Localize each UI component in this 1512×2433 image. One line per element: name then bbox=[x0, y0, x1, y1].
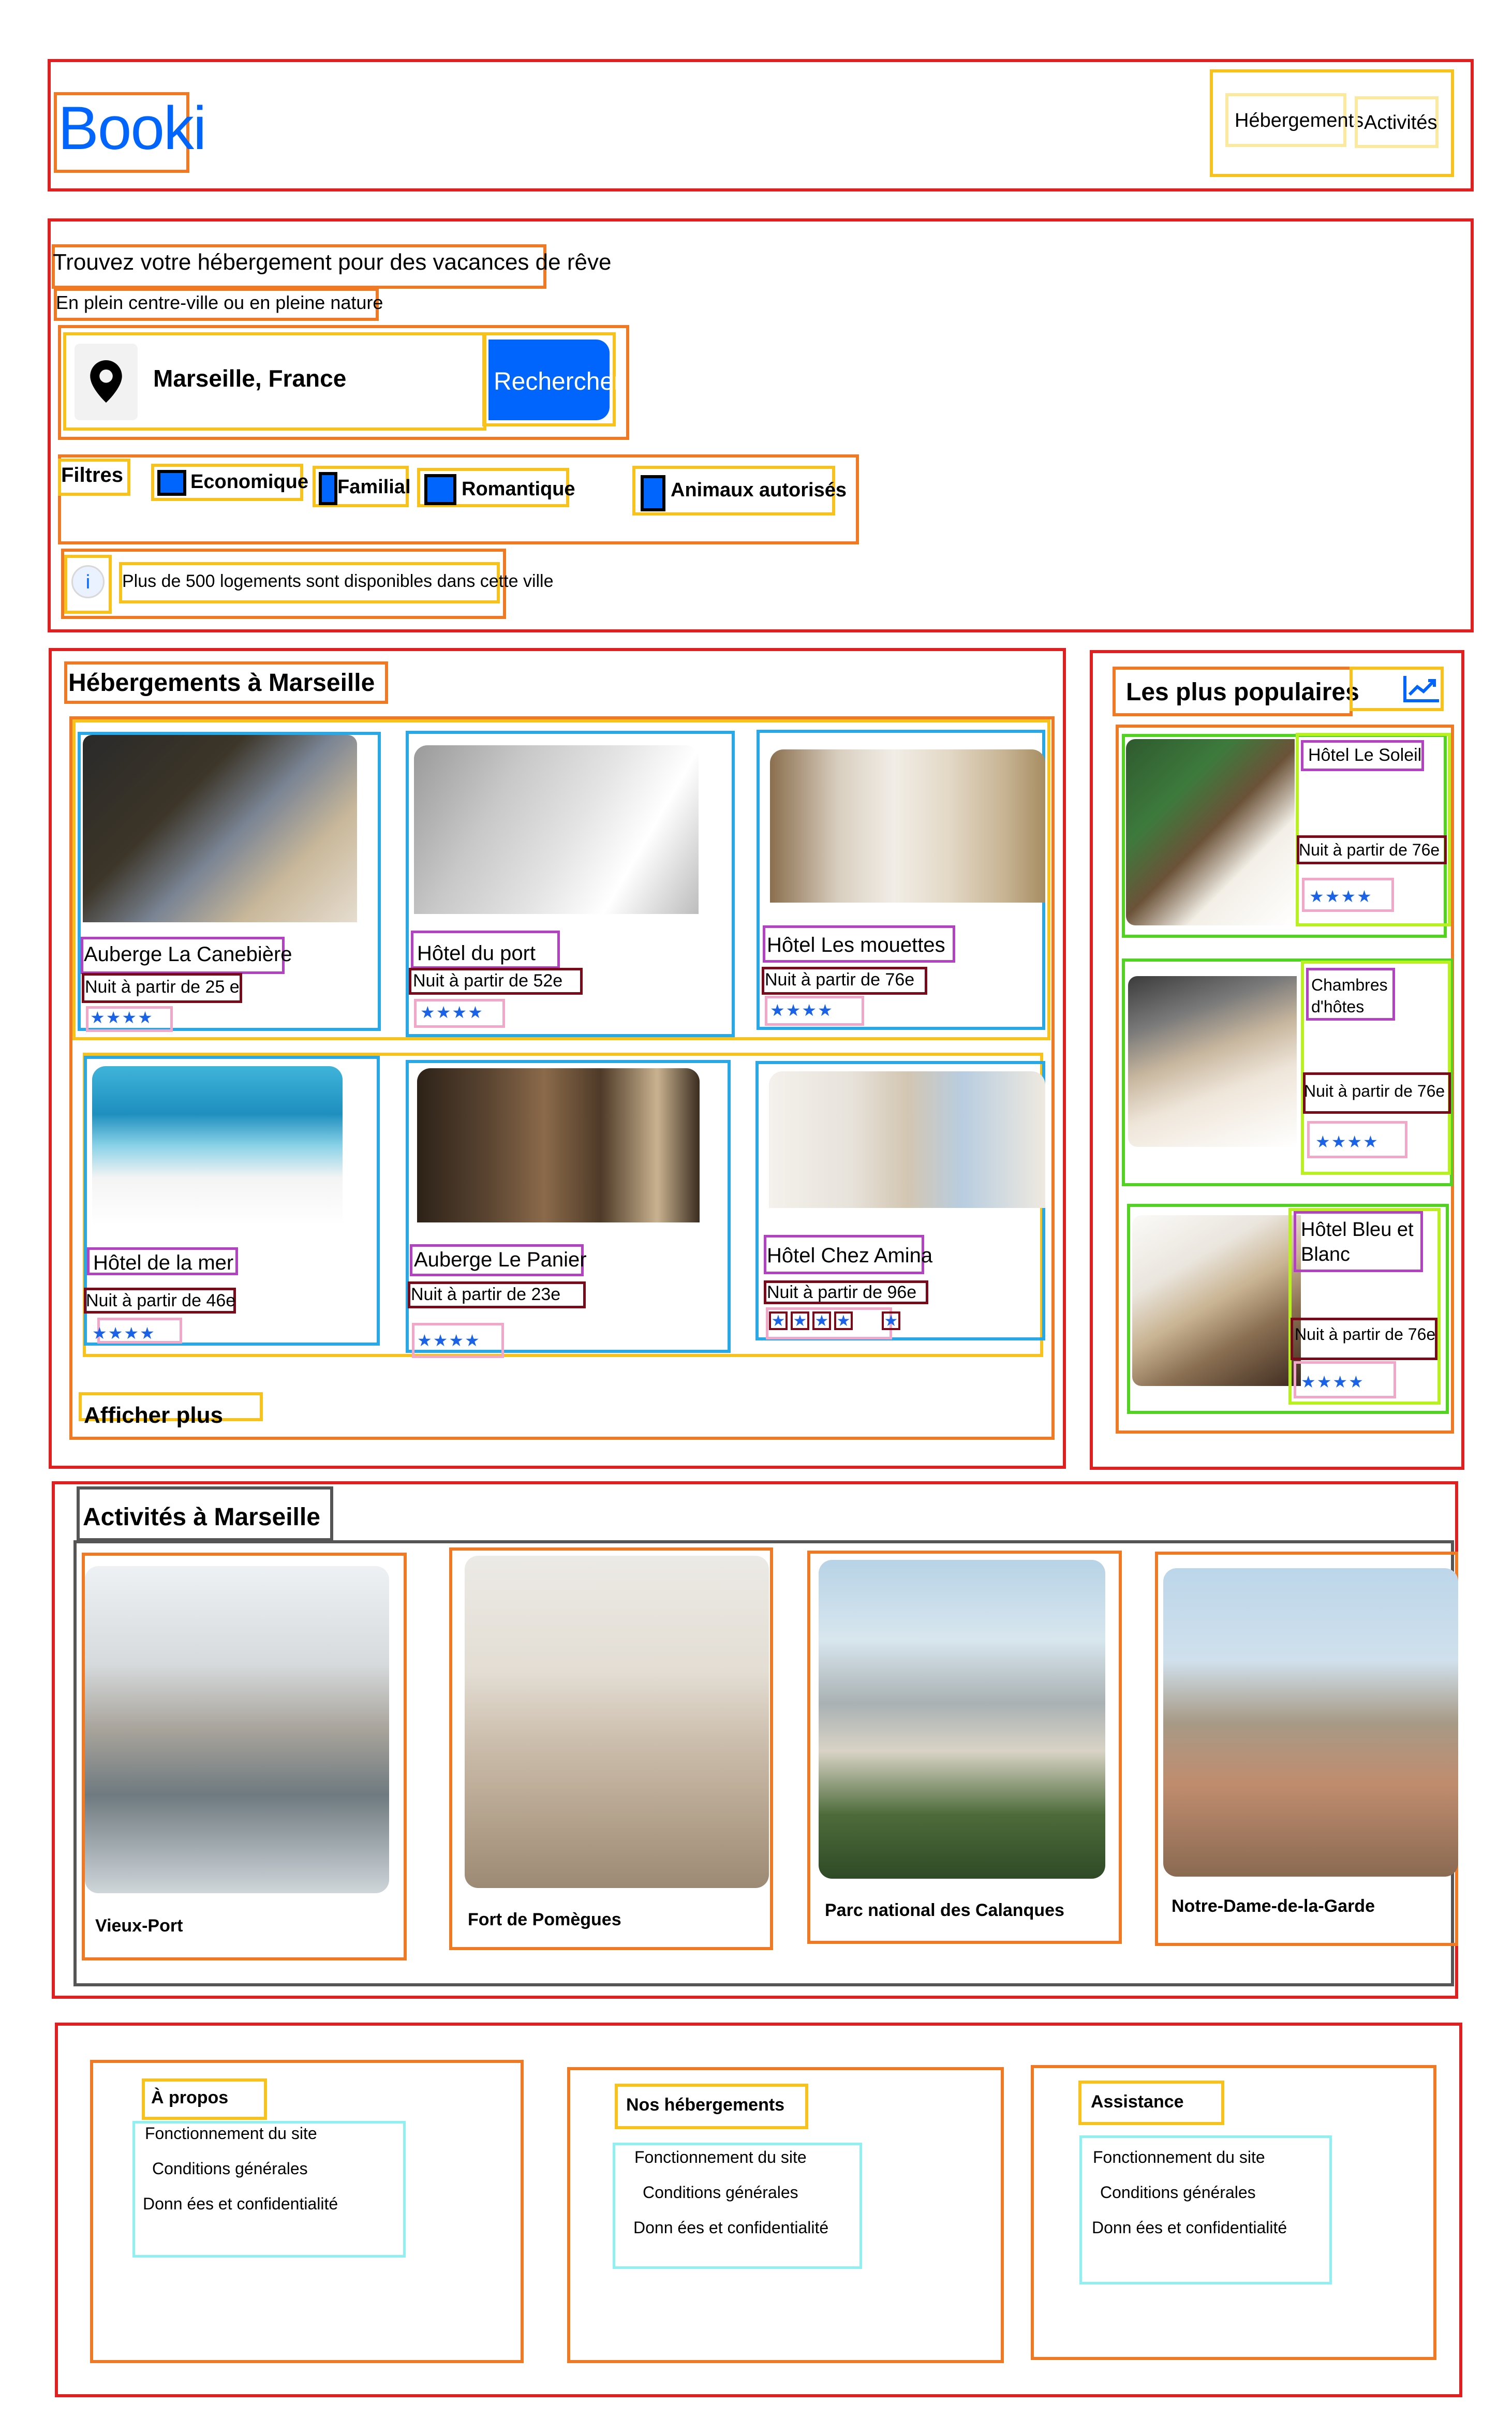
search-subtitle: En plein centre-ville ou en pleine natur… bbox=[56, 292, 383, 313]
rating-stars: ★★★★ bbox=[1309, 887, 1373, 906]
activity-title: Parc national des Calanques bbox=[825, 1900, 1064, 1920]
child-icon bbox=[319, 472, 337, 505]
filter-familial-label: Familial bbox=[337, 476, 411, 498]
lodging-photo bbox=[83, 735, 357, 922]
popular-name: Hôtel Le Soleil bbox=[1308, 745, 1422, 765]
lodging-name: Hôtel Chez Amina bbox=[767, 1244, 933, 1267]
rating-stars: ★★★★ bbox=[92, 1324, 156, 1343]
activity-photo bbox=[85, 1566, 389, 1893]
lodging-price: Nuit à partir de 46e bbox=[86, 1291, 236, 1310]
lodging-photo bbox=[769, 1071, 1045, 1208]
footer-link[interactable]: Conditions générales bbox=[1100, 2183, 1256, 2202]
popular-photo bbox=[1128, 976, 1297, 1147]
footer-link[interactable]: Donn ées et confidentialité bbox=[143, 2194, 338, 2214]
info-icon: i bbox=[71, 565, 105, 598]
show-more-link[interactable]: Afficher plus bbox=[84, 1403, 223, 1428]
footer-link[interactable]: Conditions générales bbox=[643, 2183, 798, 2202]
lodging-name: Hôtel du port bbox=[417, 942, 536, 965]
activity-title: Notre-Dame-de-la-Garde bbox=[1172, 1896, 1375, 1916]
activity-photo bbox=[819, 1560, 1105, 1879]
filter-animaux[interactable]: Animaux autorisés bbox=[632, 466, 847, 515]
search-button[interactable]: Rechercher bbox=[488, 340, 622, 420]
popular-name: Hôtel Bleu et Blanc bbox=[1301, 1219, 1414, 1265]
popular-price: Nuit à partir de 76e bbox=[1299, 841, 1440, 859]
lodging-name: Auberge Le Panier bbox=[414, 1248, 587, 1271]
footer-link[interactable]: Donn ées et confidentialité bbox=[1092, 2218, 1287, 2237]
lodging-name: Auberge La Canebière bbox=[84, 943, 292, 966]
lodging-name: Hôtel de la mer bbox=[93, 1251, 234, 1274]
popular-name: Chambres d'hôtes bbox=[1311, 976, 1388, 1016]
activity-title: Vieux-Port bbox=[95, 1916, 183, 1936]
rating-stars: ★★★★ bbox=[770, 1001, 834, 1020]
info-text: Plus de 500 logements sont disponibles d… bbox=[122, 571, 554, 591]
activities-title: Activités à Marseille bbox=[83, 1503, 320, 1531]
search-title: Trouvez votre hébergement pour des vacan… bbox=[53, 249, 612, 275]
filters-label: Filtres bbox=[61, 464, 124, 486]
footer-title: Assistance bbox=[1091, 2092, 1184, 2112]
footer-link[interactable]: Donn ées et confidentialité bbox=[633, 2218, 828, 2237]
popular-title: Les plus populaires bbox=[1126, 679, 1359, 706]
heart-icon bbox=[424, 474, 456, 505]
lodging-photo bbox=[92, 1066, 343, 1226]
location-input[interactable]: Marseille, France bbox=[153, 364, 346, 392]
lodging-name: Hôtel Les mouettes bbox=[767, 934, 945, 956]
rating-stars: ★★★★ bbox=[420, 1003, 484, 1022]
footer-title: À propos bbox=[151, 2088, 229, 2107]
lodging-price: Nuit à partir de 52e bbox=[413, 971, 563, 991]
lodging-price: Nuit à partir de 76e bbox=[765, 970, 915, 990]
filter-familial[interactable]: Familial bbox=[313, 466, 411, 507]
filter-animaux-label: Animaux autorisés bbox=[671, 479, 847, 501]
activity-photo bbox=[1163, 1568, 1458, 1877]
footer-title: Nos hébergements bbox=[626, 2095, 785, 2115]
search-button-label: Rechercher bbox=[494, 368, 622, 395]
nav-link-activites-label: Activités bbox=[1364, 112, 1437, 134]
location-icon-box bbox=[75, 344, 138, 420]
popular-price: Nuit à partir de 76e bbox=[1304, 1082, 1445, 1100]
lodging-photo bbox=[417, 1068, 700, 1222]
nav-link-hebergements[interactable]: Hébergements bbox=[1225, 93, 1363, 147]
nav-link-activites[interactable]: Activités bbox=[1355, 96, 1439, 148]
lodging-price: Nuit à partir de 25 e bbox=[85, 977, 240, 997]
rating-stars: ★ ★ ★ ★ ★ bbox=[769, 1311, 900, 1330]
money-icon bbox=[157, 470, 186, 496]
filter-economique[interactable]: Economique bbox=[151, 464, 308, 501]
popular-photo bbox=[1132, 1215, 1301, 1386]
rating-stars: ★★★★ bbox=[417, 1331, 481, 1350]
footer-link[interactable]: Conditions générales bbox=[152, 2159, 308, 2178]
lodgings-title: Hébergements à Marseille bbox=[68, 669, 375, 697]
footer-link[interactable]: Fonctionnement du site bbox=[1093, 2148, 1265, 2167]
popular-price: Nuit à partir de 76e bbox=[1295, 1325, 1436, 1344]
rating-stars: ★★★★ bbox=[1301, 1373, 1365, 1391]
filter-romantique-label: Romantique bbox=[462, 478, 575, 500]
trending-up-icon bbox=[1403, 676, 1439, 702]
lodging-price: Nuit à partir de 23e bbox=[411, 1285, 561, 1304]
activity-title: Fort de Pomègues bbox=[468, 1910, 621, 1929]
lodging-price: Nuit à partir de 96e bbox=[767, 1282, 917, 1302]
lodging-card[interactable] bbox=[406, 1060, 731, 1353]
filter-romantique[interactable]: Romantique bbox=[417, 468, 575, 507]
filter-economique-label: Economique bbox=[190, 471, 309, 493]
logo[interactable]: Booki bbox=[58, 92, 206, 166]
rating-stars: ★★★★ bbox=[1315, 1132, 1379, 1151]
footer-link[interactable]: Fonctionnement du site bbox=[145, 2124, 317, 2143]
nav-link-hebergements-label: Hébergements bbox=[1235, 110, 1364, 131]
lodging-photo bbox=[770, 749, 1045, 903]
popular-photo bbox=[1126, 739, 1295, 925]
paw-icon bbox=[641, 475, 665, 511]
footer-link[interactable]: Fonctionnement du site bbox=[634, 2148, 807, 2167]
rating-stars: ★★★★ bbox=[90, 1008, 154, 1027]
location-field[interactable]: Marseille, France bbox=[63, 332, 486, 431]
lodging-photo bbox=[414, 745, 699, 914]
map-pin-icon bbox=[90, 360, 122, 403]
activity-photo bbox=[465, 1556, 769, 1888]
